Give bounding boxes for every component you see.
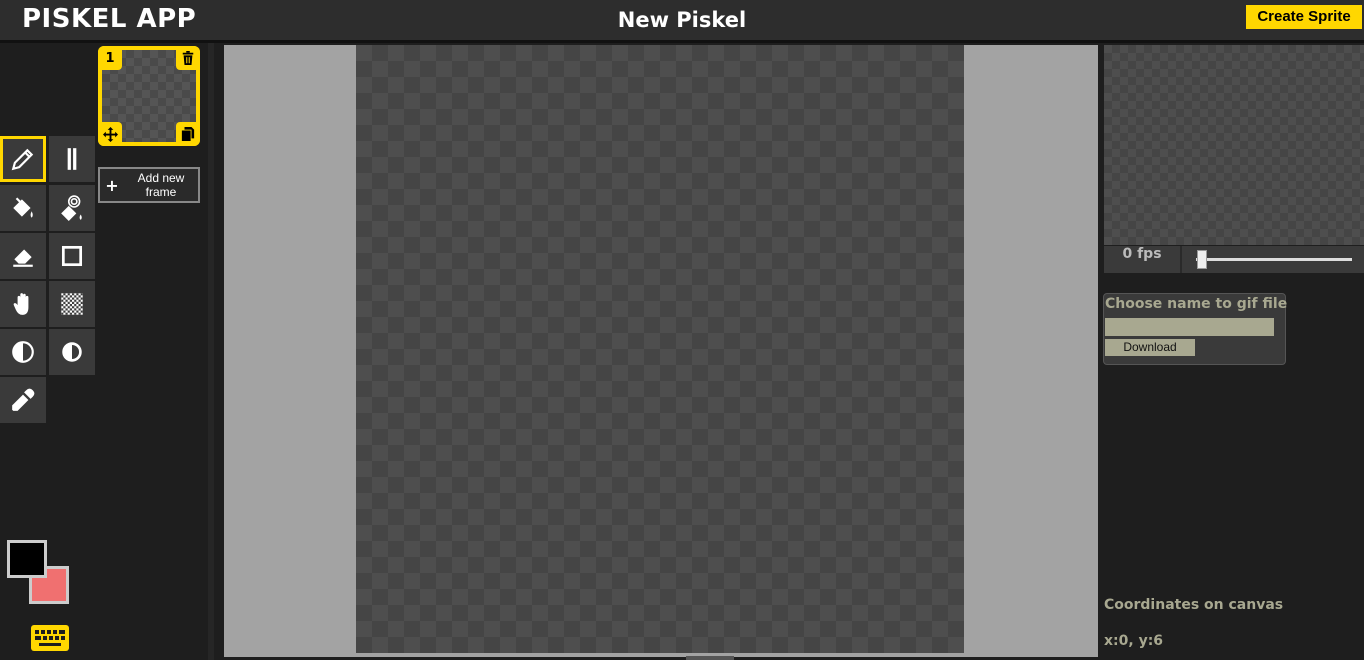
hand-icon: [13, 293, 29, 315]
half-circle-icon: [12, 341, 34, 363]
document-title[interactable]: New Piskel: [0, 8, 1364, 32]
frame-number: 1: [98, 46, 122, 70]
panel-divider: [208, 43, 214, 660]
keyboard-shortcuts-icon[interactable]: [31, 625, 69, 651]
gif-export-title: Choose name to gif file: [1105, 296, 1288, 312]
mirror-lines-icon: [67, 148, 77, 170]
paint-bucket-tool[interactable]: [0, 185, 46, 231]
color-picker-tool[interactable]: [0, 377, 46, 423]
pen-tool[interactable]: [0, 136, 46, 182]
dithering-tool[interactable]: [49, 281, 95, 327]
coordinates-label: Coordinates on canvas: [1104, 597, 1284, 613]
spiral-bucket-icon: [61, 195, 82, 221]
delete-frame-icon[interactable]: [176, 46, 200, 70]
primary-color-swatch[interactable]: [7, 540, 47, 578]
vertical-mirror-pen-tool[interactable]: [49, 136, 95, 182]
gif-name-input[interactable]: [1105, 318, 1274, 336]
lighten-tool[interactable]: [0, 329, 46, 375]
rectangle-tool[interactable]: [49, 233, 95, 279]
canvas-scrollbar[interactable]: [686, 656, 734, 660]
eraser-tool[interactable]: [0, 233, 46, 279]
move-frame-icon[interactable]: [98, 122, 122, 146]
add-new-frame-button[interactable]: + Add new frame: [98, 167, 200, 203]
half-circle-inverted-icon: [62, 342, 82, 362]
checker-icon: [61, 293, 83, 315]
create-sprite-button[interactable]: Create Sprite: [1246, 5, 1362, 29]
paint-same-color-tool[interactable]: [49, 185, 95, 231]
fps-slider-track[interactable]: [1196, 258, 1352, 261]
top-bar: PISKEL APP New Piskel Create Sprite: [0, 0, 1364, 40]
fps-control: 0 fps: [1104, 246, 1364, 273]
square-outline-icon: [61, 245, 83, 267]
darken-tool[interactable]: [49, 329, 95, 375]
move-tool[interactable]: [0, 281, 46, 327]
duplicate-frame-icon[interactable]: [176, 122, 200, 146]
drawing-canvas[interactable]: [356, 45, 964, 653]
pencil-icon: [11, 148, 34, 171]
fps-label: 0 fps: [1104, 246, 1182, 273]
eraser-icon: [13, 249, 33, 267]
coordinates-value: x:0, y:6: [1104, 633, 1164, 649]
gif-export-panel: Choose name to gif file Download: [1103, 293, 1288, 365]
fps-slider-handle[interactable]: [1197, 250, 1207, 269]
plus-icon: +: [105, 175, 119, 195]
download-button[interactable]: Download: [1105, 339, 1195, 356]
header-divider: [0, 40, 1364, 43]
add-new-frame-label: Add new frame: [137, 171, 185, 199]
eyedropper-icon: [12, 388, 35, 411]
paint-bucket-icon: [13, 197, 33, 218]
frame-tile-1[interactable]: 1: [98, 46, 200, 146]
animation-preview: [1104, 45, 1364, 245]
